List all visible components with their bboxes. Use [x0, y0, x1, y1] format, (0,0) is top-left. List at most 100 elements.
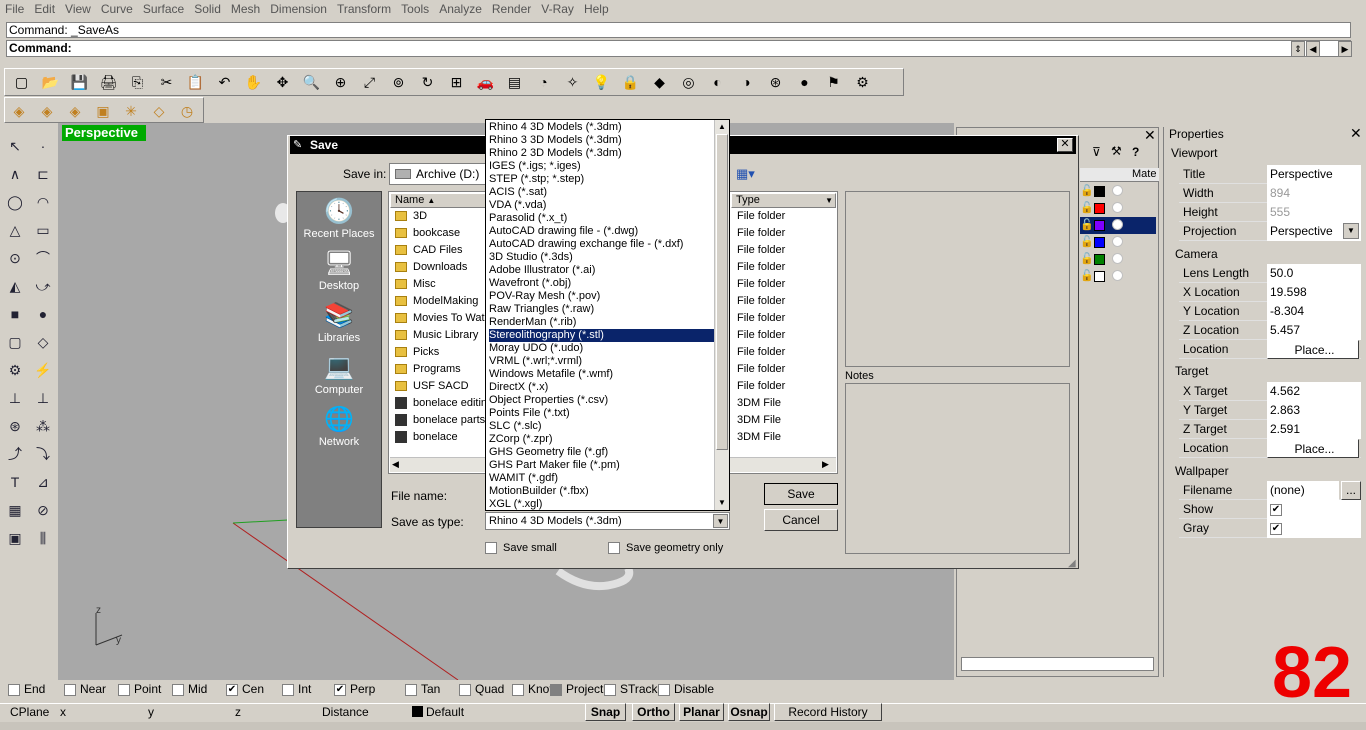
record-history-toggle[interactable]: Record History [774, 703, 882, 721]
planar-toggle[interactable]: Planar [679, 703, 724, 721]
wallpaper-browse-button[interactable]: ... [1341, 481, 1361, 500]
scroll-down-icon[interactable]: ▼ [718, 498, 726, 507]
tag-icon[interactable]: ◈ [7, 100, 31, 122]
file-type-option[interactable]: XGL (*.xgl) [489, 498, 715, 511]
osnap-knot[interactable]: Knot [512, 682, 553, 696]
light-icon[interactable]: ✧ [560, 71, 585, 93]
file-type-option[interactable]: GHS Geometry file (*.gf) [489, 446, 715, 459]
save-small-checkbox[interactable] [485, 542, 497, 555]
file-type-option[interactable]: VRML (*.wrl;*.vrml) [489, 355, 715, 368]
osnap-checkbox[interactable] [282, 683, 294, 696]
menu-item-surface[interactable]: Surface [138, 0, 189, 16]
layer-row[interactable]: 🔓 [1080, 183, 1156, 200]
place-button[interactable]: Place... [1267, 340, 1359, 359]
filter-icon[interactable]: ⊽ [1092, 145, 1101, 159]
menu-item-render[interactable]: Render [487, 0, 536, 16]
shade-icon[interactable]: ◐ [705, 71, 730, 93]
tool-3-icon[interactable]: ∧ [4, 163, 26, 185]
file-row[interactable]: Picks [395, 344, 485, 361]
color-wheel-icon[interactable]: ◎ [676, 71, 701, 93]
tool-9-icon[interactable]: ⊙ [4, 247, 26, 269]
rotate-icon[interactable]: ✥ [270, 71, 295, 93]
osnap-int[interactable]: Int [282, 682, 311, 696]
car-icon[interactable]: 🚗 [473, 71, 498, 93]
close-icon[interactable]: ✕ [1350, 125, 1362, 142]
scroll-up-icon[interactable]: ▲ [718, 122, 726, 131]
tool-8-icon[interactable]: ▭ [32, 219, 54, 241]
layer-color-swatch[interactable] [1094, 237, 1105, 248]
hammer-icon[interactable]: ⚒ [1111, 144, 1122, 158]
osnap-checkbox[interactable] [118, 683, 130, 696]
command-prompt[interactable]: Command: [6, 40, 1351, 57]
tool-15-icon[interactable]: ▢ [4, 331, 26, 353]
tool-26-icon[interactable]: ⊿ [32, 471, 54, 493]
file-type-option[interactable]: ACIS (*.sat) [489, 186, 715, 199]
file-type-option[interactable]: Moray UDO (*.udo) [489, 342, 715, 355]
menu-item-file[interactable]: File [0, 0, 29, 16]
tool-19-icon[interactable]: ⊥ [4, 387, 26, 409]
file-type-option[interactable]: POV-Ray Mesh (*.pov) [489, 290, 715, 303]
file-row[interactable]: Music Library [395, 327, 485, 344]
place-network[interactable]: 🌐 Network [297, 406, 381, 448]
file-row[interactable]: Misc [395, 276, 485, 293]
tool-30-icon[interactable]: ⫼ [32, 527, 54, 549]
tool-27-icon[interactable]: ▦ [4, 499, 26, 521]
tool-29-icon[interactable]: ▣ [4, 527, 26, 549]
file-row[interactable]: ModelMaking [395, 293, 485, 310]
osnap-near[interactable]: Near [64, 682, 106, 696]
layer-color-swatch[interactable] [1094, 254, 1105, 265]
lock-icon[interactable]: 🔓 [1080, 269, 1094, 282]
pan-icon[interactable]: ✋ [241, 71, 266, 93]
osnap-checkbox[interactable] [604, 683, 616, 696]
gear-icon[interactable]: ⚙ [850, 71, 875, 93]
file-type-option[interactable]: Windows Metafile (*.wmf) [489, 368, 715, 381]
scroll-left-icon[interactable]: ◀ [1306, 41, 1320, 57]
tool-24-icon[interactable]: ⤵ [32, 443, 54, 465]
place-desktop[interactable]: 🖥 Desktop [297, 250, 381, 292]
tool-7-icon[interactable]: △ [4, 219, 26, 241]
print-icon[interactable]: 🖨 [96, 71, 121, 93]
file-row[interactable]: USF SACD [395, 378, 485, 395]
dialog-close-button[interactable]: ✕ [1057, 138, 1073, 152]
lock-icon[interactable]: 🔓 [1080, 201, 1094, 214]
column-header-name[interactable]: Name ▲ [390, 193, 486, 208]
file-type-option[interactable]: ZCorp (*.zpr) [489, 433, 715, 446]
view-menu-icon[interactable]: ▦▾ [736, 166, 755, 182]
cancel-button[interactable]: Cancel [764, 509, 838, 531]
osnap-checkbox[interactable] [64, 683, 76, 696]
tool-14-icon[interactable]: ● [32, 303, 54, 325]
bulb-icon[interactable]: 💡 [589, 71, 614, 93]
scroll-right-icon[interactable]: ▶ [822, 459, 829, 470]
save-geometry-only-checkbox[interactable] [608, 542, 620, 555]
snap-toggle[interactable]: Snap [585, 703, 626, 721]
file-type-option[interactable]: Rhino 4 3D Models (*.3dm) [489, 121, 715, 134]
viewport-prop-value[interactable]: 894 [1267, 184, 1361, 203]
file-type-option[interactable]: SLC (*.slc) [489, 420, 715, 433]
four-views-icon[interactable]: ⊞ [444, 71, 469, 93]
place-computer[interactable]: 💻 Computer [297, 354, 381, 396]
file-type-dropdown-list[interactable]: Rhino 4 3D Models (*.3dm) Rhino 3 3D Mode… [485, 119, 730, 511]
osnap-strack[interactable]: STrack [604, 682, 658, 696]
grid-icon[interactable]: ▤ [502, 71, 527, 93]
lock-icon[interactable]: 🔓 [1080, 184, 1094, 197]
tag3-icon[interactable]: ◈ [63, 100, 87, 122]
layer-icon[interactable]: ◆ [647, 71, 672, 93]
notes-box[interactable] [845, 383, 1070, 554]
osnap-project[interactable]: Project [550, 682, 603, 696]
layer-row[interactable]: 🔓 [1080, 268, 1156, 285]
cube-icon[interactable]: ▣ [91, 100, 115, 122]
layer-color-swatch[interactable] [1094, 186, 1105, 197]
dropdown-vscroll[interactable]: ▲ ▼ [714, 120, 729, 510]
camera-prop-value[interactable]: 50.0 [1267, 264, 1361, 283]
open-icon[interactable]: 📂 [38, 71, 63, 93]
camera-prop-value[interactable]: 5.457 [1267, 321, 1361, 340]
file-type-option[interactable]: Rhino 3 3D Models (*.3dm) [489, 134, 715, 147]
tool-13-icon[interactable]: ■ [4, 303, 26, 325]
tool-23-icon[interactable]: ⤴ [4, 443, 26, 465]
menu-item-view[interactable]: View [60, 0, 96, 16]
file-row[interactable]: CAD Files [395, 242, 485, 259]
menu-item-analyze[interactable]: Analyze [434, 0, 487, 16]
zoom-extents-icon[interactable]: ⤢ [357, 71, 382, 93]
layer-color-swatch[interactable] [1094, 271, 1105, 282]
lock-icon[interactable]: 🔓 [1080, 235, 1094, 248]
